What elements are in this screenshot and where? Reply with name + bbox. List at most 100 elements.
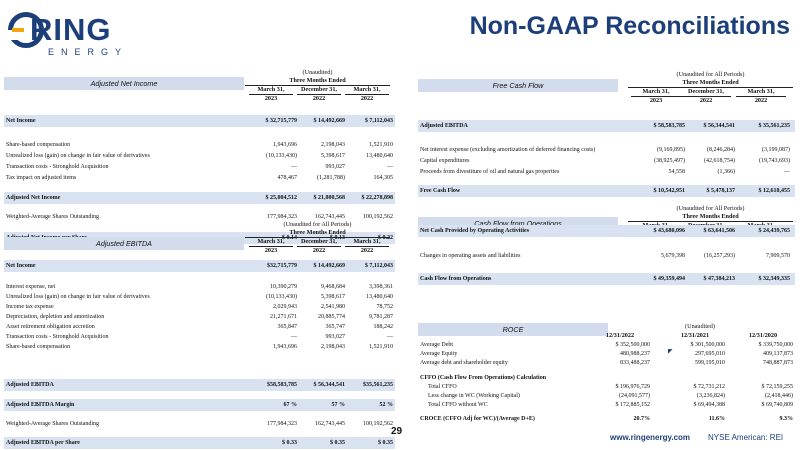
row-value: 78,752: [376, 304, 394, 310]
row-value: $ 32,715,779: [265, 118, 298, 124]
row-label: Tax impact on adjusted items: [6, 175, 77, 181]
row-value: $ 172,885,152: [615, 402, 651, 408]
row-value: $ 49,359,494: [653, 276, 686, 282]
row-value: $ 14,492,669: [313, 118, 346, 124]
row-label: Income tax expense: [6, 304, 54, 310]
section-label: ROCE: [418, 323, 608, 336]
row-label: Interest expense, net: [6, 284, 56, 290]
company-logo: RING ENERGY: [8, 12, 138, 60]
row-value: $ 47,384,213: [703, 276, 736, 282]
marker-icon: ◤: [668, 349, 673, 355]
row-value: 297,695,010: [695, 351, 725, 357]
row-value: 2,198,043: [321, 142, 345, 148]
column-header-month: March 31,: [747, 88, 775, 95]
row-value: 20.7%: [633, 416, 651, 422]
row-value: $32,715,779: [267, 263, 297, 269]
column-header-year: 2022: [754, 97, 768, 104]
row-value: —: [387, 164, 393, 170]
row-value: 52 %: [379, 402, 394, 408]
row-value: 11.6%: [708, 416, 725, 422]
row-value: (2,418,446): [765, 393, 793, 399]
row-value: 9,468,684: [321, 284, 345, 290]
row-value: (10,133,430): [266, 153, 297, 159]
row-label: Depreciation, depletion and amortization: [6, 314, 105, 320]
row-value: 3,398,361: [369, 284, 393, 290]
row-label: Total CFFO without WC: [428, 402, 488, 408]
table-header-unaudited: (Unaudited): [302, 69, 333, 76]
row-value: $ 196,976,729: [615, 384, 651, 390]
row-value: 1,943,696: [273, 344, 297, 350]
row-label: CROCE (CFFO Adj for WC)/(Average D+E): [420, 416, 535, 422]
row-label: CFFO (Cash Flow From Operations) Calcula…: [420, 375, 547, 381]
column-header-year: 2023: [264, 247, 278, 254]
row-highlight-band: [418, 185, 795, 197]
logo-word: RING: [30, 12, 112, 47]
row-label: Net Cash Provided by Operating Activitie…: [420, 228, 530, 234]
column-header-month: December 31,: [301, 238, 337, 245]
row-value: $ 0.33: [282, 440, 297, 446]
row-value: $ 7,112,043: [364, 118, 393, 124]
row-value: 1,943,696: [273, 142, 297, 148]
row-value: $ 0.35: [330, 440, 345, 446]
row-value: (1,281,788): [317, 175, 345, 181]
row-value: 480,988,237: [620, 351, 650, 357]
row-value: 13,480,640: [366, 153, 393, 159]
row-value: 188,242: [373, 324, 394, 330]
column-rule: [631, 96, 681, 97]
column-rule: [297, 246, 341, 247]
row-value: $ 301,500,000: [690, 342, 726, 348]
row-value: $ 72,159,255: [761, 384, 794, 390]
row-value: 13,480,640: [366, 294, 393, 300]
column-header-year: 2022: [699, 97, 713, 104]
row-value: $ 5,478,137: [706, 188, 736, 194]
column-header-year: 2022: [360, 247, 374, 254]
row-value: —: [387, 334, 393, 340]
row-value: (3,236,824): [697, 393, 725, 399]
row-value: 1,521,910: [369, 142, 393, 148]
row-value: 1,521,910: [369, 344, 393, 350]
row-value: 409,137,873: [763, 351, 793, 357]
row-label: Unrealized loss (gain) on change in fair…: [6, 294, 150, 300]
table-header-period: Three Months Ended: [289, 229, 346, 236]
column-rule: [249, 246, 293, 247]
column-rule: [345, 246, 389, 247]
row-value: $ 43,680,096: [653, 228, 686, 234]
table-header-period: Three Months Ended: [682, 79, 739, 86]
row-value: 2,198,043: [321, 344, 345, 350]
row-label: Transaction costs - Stronghold Acquisiti…: [6, 334, 109, 340]
row-label: Less change in WC (Working Capital): [428, 393, 520, 399]
row-value: 100,192,562: [363, 214, 393, 220]
row-value: 162,743,445: [315, 214, 345, 220]
logo-accent: [12, 28, 24, 32]
footer-url: www.ringenergy.com: [610, 433, 691, 442]
row-value: (10,133,430): [266, 294, 297, 300]
row-value: $ 24,439,765: [758, 228, 791, 234]
row-label: Share-based compensation: [6, 142, 71, 148]
section-label: Adjusted Net Income: [4, 77, 244, 90]
row-value: 10,390,279: [270, 284, 297, 290]
row-value: $ 10,542,951: [653, 188, 686, 194]
row-value: 748,887,873: [763, 360, 793, 366]
column-header-month: March 31,: [257, 86, 285, 93]
row-label: Adjusted Net Income: [6, 195, 61, 201]
row-label: Weighted-Average Shares Outstanding: [6, 214, 100, 220]
row-value: 2,029,943: [273, 304, 297, 310]
row-value: —: [291, 334, 297, 340]
row-value: $ 56,344,541: [703, 123, 736, 129]
row-value: 599,195,010: [695, 360, 725, 366]
column-header-year: 2022: [312, 95, 326, 102]
row-value: $ 69,494,388: [693, 402, 726, 408]
column-header-month: December 31,: [301, 86, 337, 93]
row-label: Proceeds from divestiture of oil and nat…: [420, 169, 560, 175]
row-value: 100,192,562: [363, 421, 393, 427]
column-header-date: 12/31/2021: [680, 332, 710, 339]
row-value: 478,467: [277, 175, 298, 181]
row-value: (42,618,754): [704, 158, 735, 164]
row-value: $ 339,750,000: [758, 342, 794, 348]
row-value: (24,091,577): [619, 393, 650, 399]
row-value: —: [291, 164, 297, 170]
row-label: Net interest expense (excluding amortiza…: [420, 147, 596, 153]
row-label: Total CFFO: [428, 384, 457, 390]
row-value: 67 %: [283, 402, 298, 408]
row-value: 162,743,445: [315, 421, 345, 427]
